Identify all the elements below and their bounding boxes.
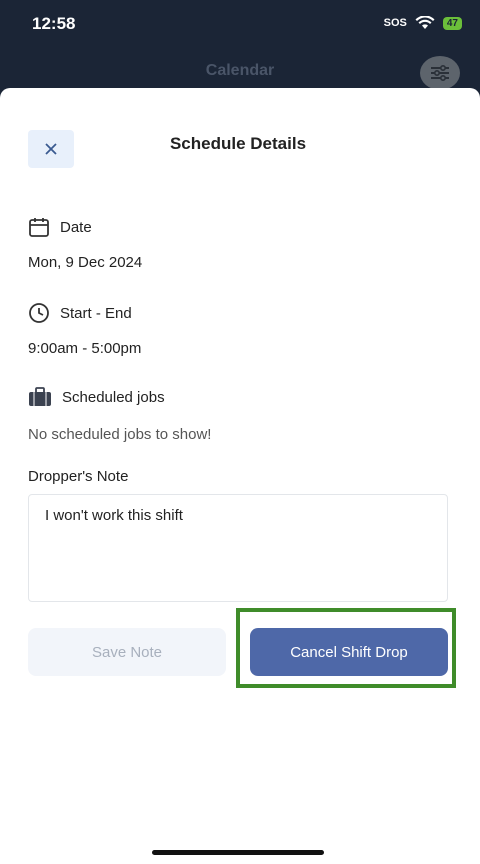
date-row: Date [28, 216, 92, 238]
date-label: Date [60, 218, 92, 236]
status-time: 12:58 [32, 14, 76, 33]
note-label: Dropper's Note [28, 468, 129, 485]
date-value: Mon, 9 Dec 2024 [28, 254, 143, 271]
sliders-icon[interactable] [420, 56, 460, 90]
note-textarea[interactable]: I won't work this shift [28, 494, 448, 602]
calendar-header: Calendar [0, 52, 480, 92]
calendar-icon [29, 218, 49, 237]
jobs-empty-text: No scheduled jobs to show! [28, 426, 212, 443]
clock-icon [29, 303, 49, 323]
time-label: Start - End [60, 304, 132, 322]
save-note-button[interactable]: Save Note [28, 628, 226, 676]
time-value: 9:00am - 5:00pm [28, 340, 142, 357]
wifi-icon [415, 16, 435, 30]
battery-icon: 47 [442, 16, 462, 30]
calendar-title: Calendar [205, 62, 275, 79]
schedule-details-sheet: Schedule Details Date Mon, 9 Dec 2024 St… [0, 88, 480, 864]
home-indicator [152, 850, 324, 855]
status-bar: 12:58 SOS 47 [0, 0, 480, 52]
cancel-shift-drop-button[interactable]: Cancel Shift Drop [250, 628, 448, 676]
briefcase-icon [29, 387, 51, 406]
jobs-label: Scheduled jobs [62, 388, 165, 406]
time-row: Start - End [28, 302, 132, 324]
sos-indicator: SOS [383, 17, 407, 29]
status-icons: SOS 47 [384, 16, 462, 30]
sheet-title: Schedule Details [169, 134, 307, 153]
jobs-row: Scheduled jobs [28, 387, 165, 407]
